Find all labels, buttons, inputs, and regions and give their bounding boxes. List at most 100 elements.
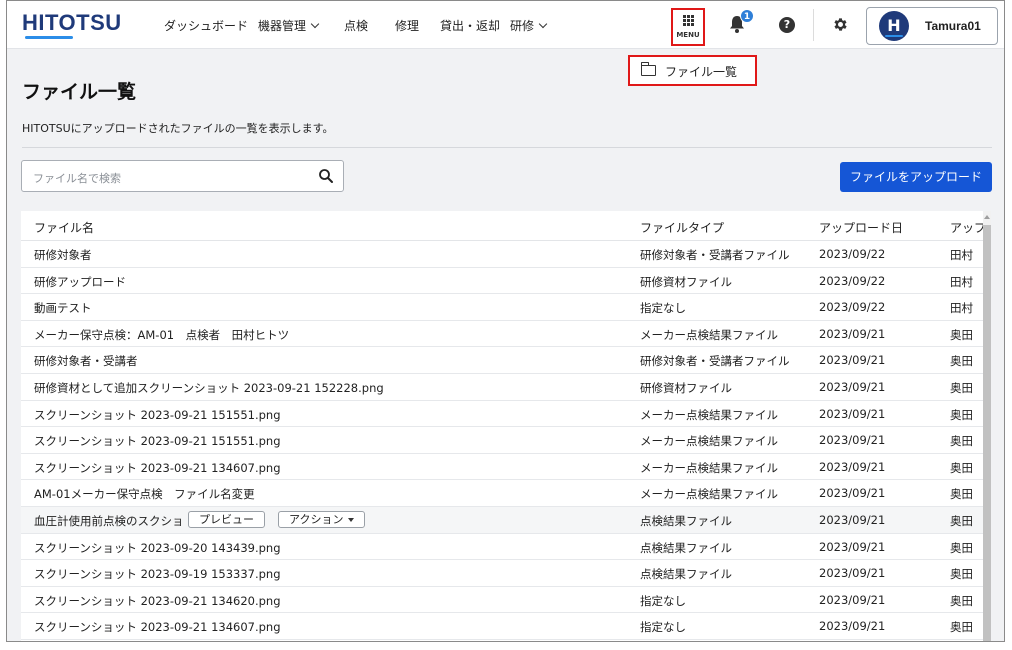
search-input[interactable]: ファイル名で検索	[21, 160, 344, 192]
cell-upload-date: 2023/09/21	[819, 486, 886, 501]
nav-equipment-label: 機器管理	[258, 19, 307, 33]
cell-file-name: 動画テスト	[34, 301, 92, 316]
table-row[interactable]: スクリーンショット 2023-09-21 151551.png メーカー点検結果…	[21, 401, 983, 428]
section-divider	[22, 147, 992, 148]
cell-file-name: スクリーンショット 2023-09-21 134607.png	[34, 460, 281, 475]
logo-underline	[25, 36, 73, 39]
table-row[interactable]: スクリーンショット 2023-09-21 134607.png メーカー点検結果…	[21, 454, 983, 481]
cell-uploader: 奥田	[950, 513, 973, 528]
preview-button[interactable]: プレビュー	[188, 510, 265, 528]
column-header-uploader[interactable]: アップ	[950, 219, 983, 236]
cell-uploader: 奥田	[950, 567, 973, 582]
grid-icon	[683, 15, 694, 26]
cell-file-name: 研修資材として追加スクリーンショット 2023-09-21 152228.png	[34, 380, 384, 395]
scrollbar-thumb[interactable]	[983, 225, 991, 641]
cell-uploader: 奥田	[950, 540, 973, 555]
cell-uploader: 奥田	[950, 354, 973, 369]
cell-upload-date: 2023/09/21	[819, 353, 886, 368]
cell-upload-date: 2023/09/22	[819, 300, 886, 315]
avatar: H	[879, 11, 909, 41]
cell-file-type: 点検結果ファイル	[640, 567, 732, 582]
table-row[interactable]: 研修資材として追加スクリーンショット 2023-09-21 152228.png…	[21, 374, 983, 401]
column-header-file-type[interactable]: ファイルタイプ	[640, 219, 724, 236]
table-row[interactable]: メーカー保守点検：AM-01 点検者 田村ヒトツ メーカー点検結果ファイル 20…	[21, 321, 983, 348]
cell-uploader: 奥田	[950, 593, 973, 608]
app-logo[interactable]: HITOTSU	[22, 10, 122, 36]
table-row[interactable]: 研修アップロード 研修資材ファイル 2023/09/22 田村	[21, 268, 983, 295]
cell-file-type: 研修資材ファイル	[640, 380, 732, 395]
table-header: ファイル名 ファイルタイプ アップロード日 アップ	[21, 211, 983, 241]
cell-file-type: メーカー点検結果ファイル	[640, 487, 778, 502]
nav-inspection[interactable]: 点検	[344, 17, 368, 34]
cell-file-name: 研修対象者・受講者	[34, 354, 138, 369]
cell-file-name: スクリーンショット 2023-09-21 134620.png	[34, 593, 281, 608]
table-body: 研修対象者 研修対象者・受講者ファイル 2023/09/22 田村 研修アップロ…	[21, 241, 983, 640]
table-row[interactable]: 研修対象者 研修対象者・受講者ファイル 2023/09/22 田村	[21, 241, 983, 268]
cell-file-type: 指定なし	[640, 593, 686, 608]
nav-dashboard[interactable]: ダッシュボード	[164, 17, 248, 34]
cell-uploader: 奥田	[950, 327, 973, 342]
cell-file-type: メーカー点検結果ファイル	[640, 407, 778, 422]
table-row[interactable]: スクリーンショット 2023-09-21 151551.png メーカー点検結果…	[21, 427, 983, 454]
table-row[interactable]: 研修対象者・受講者 研修対象者・受講者ファイル 2023/09/21 奥田	[21, 347, 983, 374]
menu-label: MENU	[676, 31, 700, 39]
cell-file-name: AM-01メーカー保守点検 ファイル名変更	[34, 487, 255, 502]
table-row[interactable]: 動画テスト 指定なし 2023/09/22 田村	[21, 294, 983, 321]
user-menu-button[interactable]: H Tamura01	[866, 7, 998, 45]
cell-uploader: 田村	[950, 274, 973, 289]
upload-file-button[interactable]: ファイルをアップロード	[840, 162, 992, 192]
cell-file-name: 血圧計使用前点検のスクショ	[34, 513, 184, 528]
cell-upload-date: 2023/09/22	[819, 273, 886, 288]
nav-lending-return[interactable]: 貸出・返却	[440, 17, 500, 34]
nav-equipment-management[interactable]: 機器管理	[258, 17, 320, 34]
table-row[interactable]: スクリーンショット 2023-09-19 153337.png 点検結果ファイル…	[21, 560, 983, 587]
menu-item-file-list[interactable]: ファイル一覧	[630, 57, 755, 84]
top-navigation-bar: HITOTSU ダッシュボード 機器管理 点検 修理 貸出・返却 研修 MENU…	[7, 1, 1004, 49]
cell-uploader: 田村	[950, 248, 973, 262]
nav-training-label: 研修	[510, 19, 535, 33]
table-row[interactable]: スクリーンショット 2023-09-21 134607.png 指定なし 202…	[21, 613, 983, 640]
cell-uploader: 奥田	[950, 487, 973, 502]
cell-file-name: メーカー保守点検：AM-01 点検者 田村ヒトツ	[34, 327, 290, 342]
cell-upload-date: 2023/09/21	[819, 566, 886, 581]
cell-file-type: 研修対象者・受講者ファイル	[640, 354, 790, 369]
column-header-file-name[interactable]: ファイル名	[34, 219, 94, 236]
folder-icon	[640, 62, 656, 76]
help-icon[interactable]: ?	[779, 17, 795, 33]
cell-uploader: 奥田	[950, 434, 973, 449]
caret-down-icon	[348, 517, 355, 522]
cell-upload-date: 2023/09/21	[819, 379, 886, 394]
cell-uploader: 奥田	[950, 407, 973, 422]
menu-item-file-list-label: ファイル一覧	[665, 65, 738, 79]
scroll-up-arrow-icon[interactable]	[984, 215, 990, 219]
cell-file-type: 研修資材ファイル	[640, 274, 732, 289]
cell-file-type: 研修対象者・受講者ファイル	[640, 248, 790, 262]
cell-upload-date: 2023/09/21	[819, 459, 886, 474]
menu-button[interactable]: MENU	[671, 8, 705, 46]
chevron-down-icon	[310, 19, 320, 29]
cell-upload-date: 2023/09/21	[819, 512, 886, 527]
cell-upload-date: 2023/09/21	[819, 406, 886, 421]
table-row[interactable]: スクリーンショット 2023-09-20 143439.png 点検結果ファイル…	[21, 534, 983, 561]
search-placeholder: ファイル名で検索	[33, 172, 121, 185]
column-header-upload-date[interactable]: アップロード日	[819, 219, 903, 236]
nav-training[interactable]: 研修	[510, 17, 548, 34]
app-window: HITOTSU ダッシュボード 機器管理 点検 修理 貸出・返却 研修 MENU…	[6, 0, 1005, 642]
cell-uploader: 奥田	[950, 460, 973, 475]
cell-upload-date: 2023/09/21	[819, 433, 886, 448]
cell-uploader: 奥田	[950, 380, 973, 395]
username: Tamura01	[925, 19, 981, 33]
table-row[interactable]: AM-01メーカー保守点検 ファイル名変更 メーカー点検結果ファイル 2023/…	[21, 480, 983, 507]
page-description: HITOTSUにアップロードされたファイルの一覧を表示します。	[22, 122, 334, 135]
table-row[interactable]: スクリーンショット 2023-09-21 134620.png 指定なし 202…	[21, 587, 983, 614]
cell-file-name: スクリーンショット 2023-09-21 151551.png	[34, 434, 281, 449]
cell-uploader: 田村	[950, 301, 973, 316]
table-row-hovered[interactable]: 血圧計使用前点検のスクショ プレビュー アクション 点検結果ファイル 2023/…	[21, 506, 983, 534]
table-scrollbar[interactable]	[983, 211, 991, 641]
action-dropdown-button[interactable]: アクション	[278, 510, 366, 528]
cell-file-type: 点検結果ファイル	[640, 540, 732, 555]
nav-repair[interactable]: 修理	[395, 17, 419, 34]
gear-icon[interactable]	[832, 16, 849, 33]
search-icon[interactable]	[318, 168, 334, 184]
page-title: ファイル一覧	[22, 81, 137, 103]
